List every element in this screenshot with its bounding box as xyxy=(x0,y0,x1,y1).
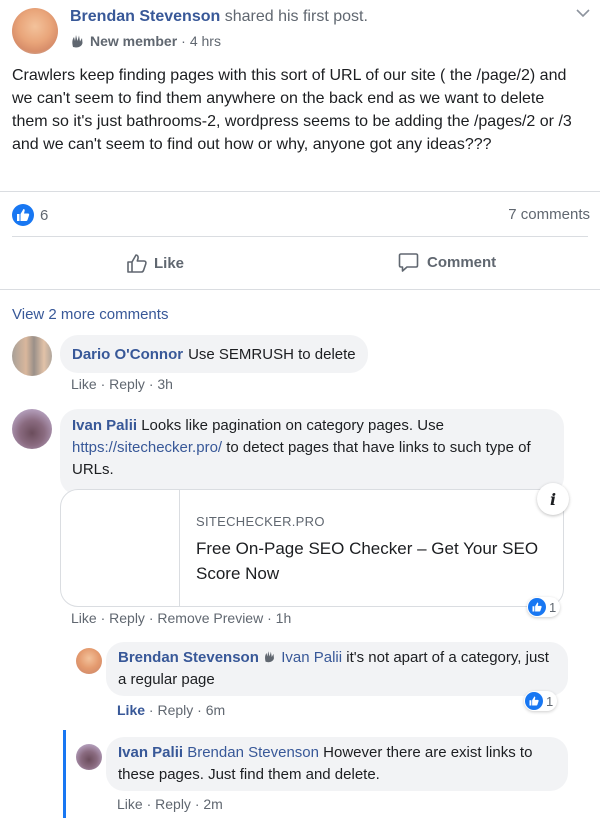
divider xyxy=(0,191,600,192)
view-more-comments[interactable]: View 2 more comments xyxy=(12,306,168,323)
new-member-badge: New member xyxy=(90,33,178,49)
reply-reaction-count: 1 xyxy=(546,693,554,709)
commenter-avatar[interactable] xyxy=(12,409,52,449)
comment-icon xyxy=(398,253,419,272)
comment-actions: Like · Reply · Remove Preview · 1h xyxy=(71,610,292,626)
comment-url-link[interactable]: https://sitechecker.pro/ xyxy=(72,439,222,456)
reply-time[interactable]: 6m xyxy=(206,702,225,718)
reply-bubble: Ivan Palii Brendan Stevenson However the… xyxy=(106,737,568,791)
comment-reactions[interactable]: 1 xyxy=(527,597,561,617)
thread-highlight-bar xyxy=(63,730,66,818)
post-time[interactable]: 4 hrs xyxy=(190,33,221,49)
like-reaction-icon xyxy=(12,204,34,226)
reply-actions: Like · Reply · 6m xyxy=(117,702,226,718)
comment-reaction-count: 1 xyxy=(549,599,557,615)
reply-like-link[interactable]: Like xyxy=(117,702,145,718)
commenter-avatar[interactable] xyxy=(12,336,52,376)
like-button[interactable]: Like xyxy=(126,252,184,274)
comment-reply-link[interactable]: Reply xyxy=(109,376,145,392)
reaction-count: 6 xyxy=(40,206,49,224)
comment-bubble: Dario O'Connor Use SEMRUSH to delete xyxy=(60,335,368,373)
new-member-icon xyxy=(72,35,83,48)
thumbs-up-icon xyxy=(127,254,147,273)
comment-reply-link[interactable]: Reply xyxy=(109,610,145,626)
chevron-down-icon[interactable] xyxy=(576,6,590,24)
reply-mention[interactable]: Ivan Palii xyxy=(281,649,342,666)
comment-text: Use SEMRUSH to delete xyxy=(188,345,356,363)
reply-author-avatar[interactable] xyxy=(76,648,102,674)
new-member-icon xyxy=(265,651,274,663)
post-author-avatar[interactable] xyxy=(12,8,58,54)
comment-actions: Like · Reply · 3h xyxy=(71,376,173,392)
comment-author[interactable]: Ivan Palii xyxy=(72,417,137,434)
post-action-text: shared his first post. xyxy=(224,8,368,25)
link-preview-card[interactable]: SITECHECKER.PRO Free On-Page SEO Checker… xyxy=(60,489,564,607)
reply-mention[interactable]: Brendan Stevenson xyxy=(187,744,319,761)
reply-reply-link[interactable]: Reply xyxy=(155,796,191,812)
comment-time[interactable]: 3h xyxy=(157,376,173,392)
comment-button[interactable]: Comment xyxy=(398,252,496,273)
reaction-summary[interactable]: 6 xyxy=(12,204,48,226)
reply-author-avatar[interactable] xyxy=(76,744,102,770)
remove-preview-link[interactable]: Remove Preview xyxy=(157,610,263,626)
like-reaction-icon xyxy=(525,692,543,710)
comment-time[interactable]: 1h xyxy=(276,610,292,626)
link-preview-title: Free On-Page SEO Checker – Get Your SEO … xyxy=(196,539,539,583)
post-text: Crawlers keep finding pages with this so… xyxy=(12,67,572,153)
reply-time[interactable]: 2m xyxy=(203,796,222,812)
reply-bubble: Brendan Stevenson Ivan Palii it's not ap… xyxy=(106,642,568,696)
reply-reactions[interactable]: 1 xyxy=(524,691,558,711)
comment-text-before: Looks like pagination on category pages.… xyxy=(141,417,444,434)
comment-button-label: Comment xyxy=(427,254,497,271)
comment-bubble: Ivan Palii Looks like pagination on cate… xyxy=(60,409,564,495)
comment-like-link[interactable]: Like xyxy=(71,376,97,392)
divider xyxy=(12,236,588,237)
reply-author[interactable]: Brendan Stevenson xyxy=(118,649,259,666)
info-icon[interactable]: i xyxy=(537,483,569,515)
link-preview-image xyxy=(61,490,180,606)
like-button-label: Like xyxy=(154,254,185,272)
reply-actions: Like · Reply · 2m xyxy=(117,796,223,812)
post-author-name[interactable]: Brendan Stevenson xyxy=(70,8,220,25)
link-preview-domain: SITECHECKER.PRO xyxy=(196,514,325,529)
reply-reply-link[interactable]: Reply xyxy=(157,702,193,718)
post-meta: New member · 4 hrs xyxy=(70,33,221,49)
divider xyxy=(0,289,600,290)
post-header: Brendan Stevenson shared his first post. xyxy=(70,8,368,26)
reply-author[interactable]: Ivan Palii xyxy=(118,744,183,761)
comments-count[interactable]: 7 comments xyxy=(508,206,590,223)
reply-like-link[interactable]: Like xyxy=(117,796,143,812)
comment-author[interactable]: Dario O'Connor xyxy=(72,346,183,363)
comment-like-link[interactable]: Like xyxy=(71,610,97,626)
like-reaction-icon xyxy=(528,598,546,616)
